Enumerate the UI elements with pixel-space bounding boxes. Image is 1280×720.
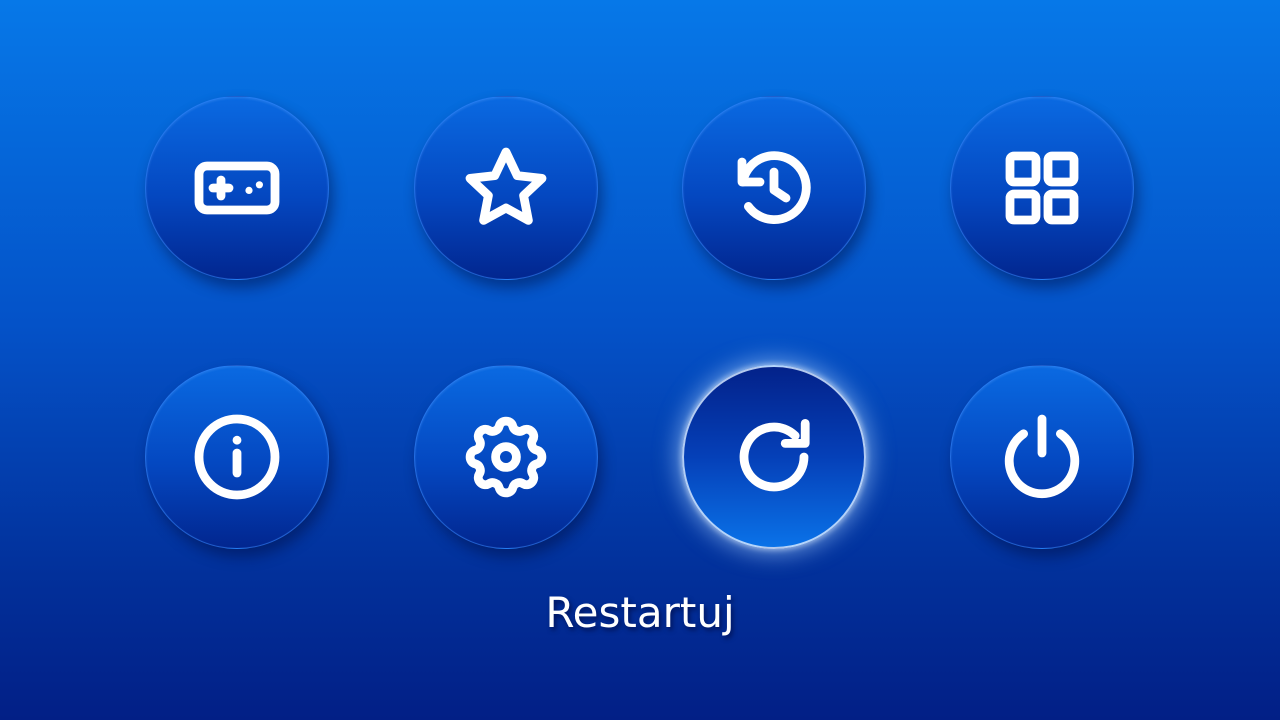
power-button[interactable] xyxy=(950,365,1134,549)
star-icon xyxy=(465,147,547,225)
apps-button[interactable] xyxy=(950,96,1134,280)
history-icon xyxy=(737,151,811,224)
info-icon xyxy=(194,414,280,500)
grid-icon xyxy=(1005,151,1079,225)
favorites-button[interactable] xyxy=(414,96,598,280)
games-button[interactable] xyxy=(145,96,329,280)
restart-button[interactable] xyxy=(682,365,866,549)
selected-item-label: Restartuj xyxy=(545,588,735,637)
info-button[interactable] xyxy=(145,365,329,549)
power-icon xyxy=(1004,414,1080,499)
gear-icon xyxy=(465,416,547,498)
gamepad-icon xyxy=(194,161,280,215)
settings-button[interactable] xyxy=(414,365,598,549)
history-button[interactable] xyxy=(682,96,866,280)
restart-icon xyxy=(739,418,810,492)
